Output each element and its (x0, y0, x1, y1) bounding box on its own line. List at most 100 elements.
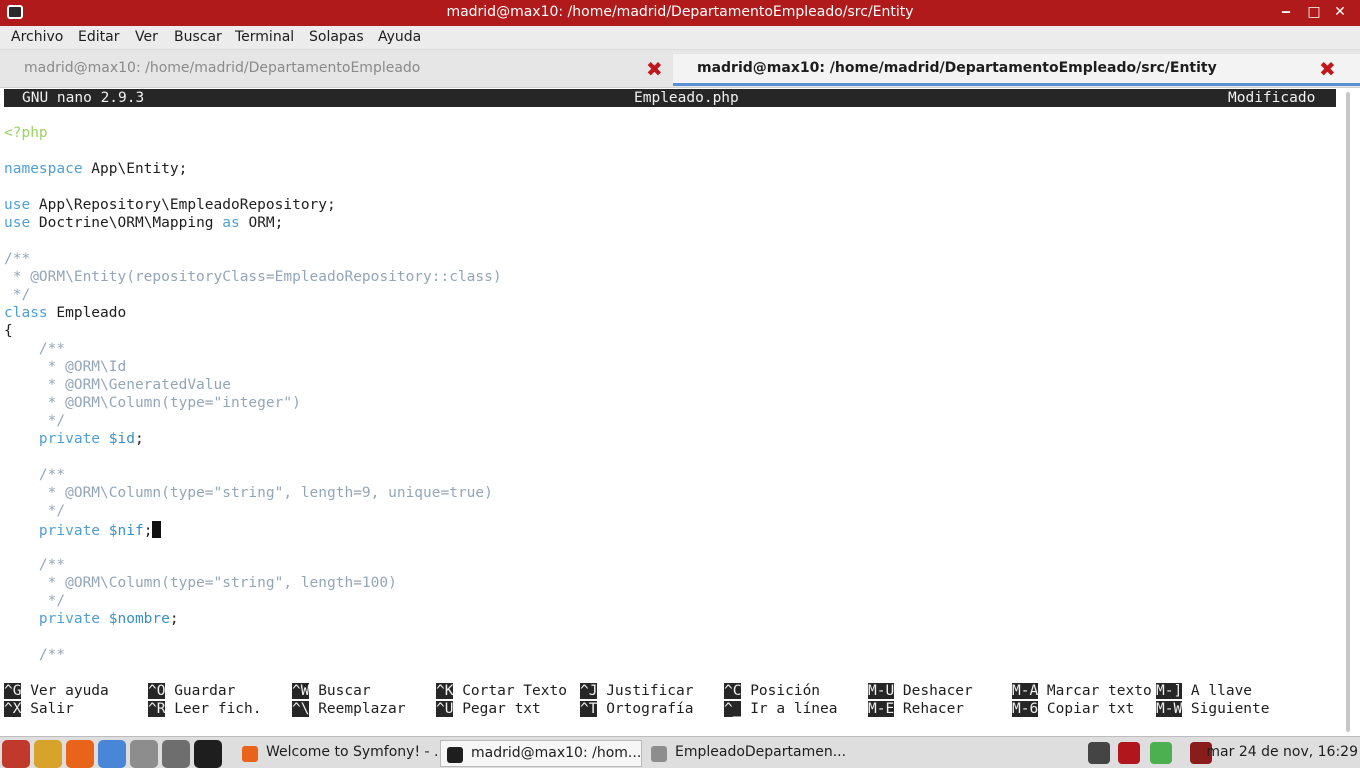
code-line[interactable]: * @ORM\GeneratedValue (4, 377, 231, 395)
screenshot-icon[interactable] (162, 740, 190, 768)
shortcut-key: ^G (4, 683, 22, 699)
clock[interactable]: mar 24 de nov, 16:29 (1206, 744, 1358, 760)
shortcut-label: Reemplazar (309, 701, 406, 717)
code-line[interactable]: use App\Repository\EmpleadoRepository; (4, 197, 336, 215)
close-tab-icon[interactable]: ✖ (1319, 57, 1336, 81)
shortcut-item: M-U Deshacer (868, 683, 973, 701)
code-token: $nif (108, 523, 144, 539)
code-line[interactable]: /** (4, 341, 65, 359)
code-line[interactable]: */ (4, 593, 65, 611)
code-line[interactable]: class Empleado (4, 305, 126, 323)
window-title: madrid@max10: /home/madrid/DepartamentoE… (446, 4, 914, 20)
code-line[interactable]: /** (4, 557, 65, 575)
code-token: * @ORM\Entity(repositoryClass=EmpleadoRe… (4, 269, 502, 285)
shortcut-item: ^\ Reemplazar (292, 701, 406, 719)
taskbar-window-button[interactable]: Welcome to Symfony! - ... (236, 740, 447, 767)
shortcut-label: Pegar txt (453, 701, 541, 717)
code-token: { (4, 323, 13, 339)
code-line[interactable]: */ (4, 503, 65, 521)
battery-icon[interactable] (1150, 742, 1172, 764)
code-line[interactable]: /** (4, 251, 30, 269)
code-line[interactable]: * @ORM\Column(type="string", length=100) (4, 575, 397, 593)
nano-version: GNU nano 2.9.3 (22, 90, 145, 106)
menu-buscar[interactable]: Buscar (174, 29, 222, 45)
close-window-button[interactable]: ✕ (1330, 2, 1350, 22)
tab-bar: madrid@max10: /home/madrid/DepartamentoE… (0, 50, 1360, 88)
code-line[interactable]: */ (4, 413, 65, 431)
shortcut-item: M-E Rehacer (868, 701, 964, 719)
terminal-icon (447, 747, 463, 763)
menu-solapas[interactable]: Solapas (309, 29, 364, 45)
shortcut-key: M-] (1156, 683, 1183, 699)
shortcut-label: Buscar (309, 683, 371, 699)
code-line[interactable]: * @ORM\Id (4, 359, 127, 377)
code-token: */ (4, 593, 66, 609)
shortcut-item: M-A Marcar texto (1012, 683, 1152, 701)
shortcut-label: Ver ayuda (21, 683, 109, 699)
menu-ver[interactable]: Ver (135, 29, 158, 45)
menu-editar[interactable]: Editar (78, 29, 119, 45)
firefox-icon[interactable] (66, 740, 94, 768)
code-token: private (4, 611, 109, 627)
code-token: <?php (4, 125, 48, 141)
terminal-view[interactable]: GNU nano 2.9.3 Empleado.php Modificado <… (0, 88, 1360, 736)
shortcut-key: ^X (4, 701, 22, 717)
shortcut-label: Marcar texto (1038, 683, 1152, 699)
code-token: private (4, 523, 109, 539)
shortcut-label: Deshacer (894, 683, 973, 699)
code-token: private (4, 431, 109, 447)
shortcut-item: ^O Guardar (148, 683, 235, 701)
menu-ayuda[interactable]: Ayuda (378, 29, 421, 45)
code-token: /** (4, 251, 31, 267)
scrollbar-thumb[interactable] (1346, 92, 1350, 732)
code-line[interactable]: /** (4, 467, 65, 485)
network-icon[interactable] (1088, 742, 1110, 764)
menu-terminal[interactable]: Terminal (235, 29, 294, 45)
taskbar-window-label: Welcome to Symfony! - ... (266, 744, 448, 760)
code-token: ; (134, 431, 144, 447)
code-token: namespace (4, 161, 83, 177)
close-tab-icon[interactable]: ✖ (646, 57, 663, 81)
taskbar: Welcome to Symfony! - ... madrid@max10: /… (0, 736, 1360, 768)
code-line[interactable]: <?php (4, 125, 48, 143)
shortcut-item: ^C Posición (724, 683, 820, 701)
code-line[interactable]: * @ORM\Column(type="string", length=9, u… (4, 485, 493, 503)
code-line[interactable]: private $nombre; (4, 611, 179, 629)
code-token: /** (4, 647, 66, 663)
shortcut-label: Siguiente (1182, 701, 1270, 717)
shortcut-key: M-6 (1012, 701, 1039, 717)
code-line[interactable]: private $id; (4, 431, 144, 449)
shortcut-key: ^K (436, 683, 454, 699)
code-token: ORM; (239, 215, 284, 231)
taskbar-window-button[interactable]: EmpleadoDepartamen... (645, 740, 855, 767)
shortcut-label: Salir (21, 701, 74, 717)
code-token: /** (4, 341, 66, 357)
code-line[interactable]: use Doctrine\ORM\Mapping as ORM; (4, 215, 283, 233)
code-token: class (4, 305, 48, 321)
code-line[interactable]: */ (4, 287, 30, 305)
code-line[interactable]: private $nif; (4, 521, 162, 539)
tab-src-entity[interactable]: madrid@max10: /home/madrid/DepartamentoE… (673, 54, 1360, 86)
terminal-scrollbar[interactable] (1342, 88, 1354, 736)
code-token: */ (4, 287, 31, 303)
code-line[interactable]: { (4, 323, 13, 341)
menu-archivo[interactable]: Archivo (11, 29, 63, 45)
code-line[interactable]: * @ORM\Entity(repositoryClass=EmpleadoRe… (4, 269, 502, 287)
code-line[interactable]: /** (4, 647, 65, 665)
maximize-button[interactable]: □ (1304, 2, 1324, 22)
code-line[interactable]: namespace App\Entity; (4, 161, 187, 179)
shortcut-key: ^T (580, 701, 598, 717)
system-menu-icon[interactable] (2, 740, 30, 768)
record-icon[interactable] (1118, 742, 1140, 764)
text-editor-icon[interactable] (34, 740, 62, 768)
taskbar-window-button[interactable]: madrid@max10: /hom... (440, 740, 642, 767)
code-token: App\Repository\EmpleadoRepository; (30, 197, 336, 213)
terminal-icon[interactable] (194, 740, 222, 768)
minimize-button[interactable]: ‒ (1276, 2, 1296, 22)
shortcut-item: ^K Cortar Texto (436, 683, 567, 701)
chromium-icon[interactable] (98, 740, 126, 768)
tab-departamento-empleado[interactable]: madrid@max10: /home/madrid/DepartamentoE… (0, 54, 680, 86)
notes-icon[interactable] (130, 740, 158, 768)
code-line[interactable]: * @ORM\Column(type="integer") (4, 395, 301, 413)
code-token: ; (169, 611, 179, 627)
